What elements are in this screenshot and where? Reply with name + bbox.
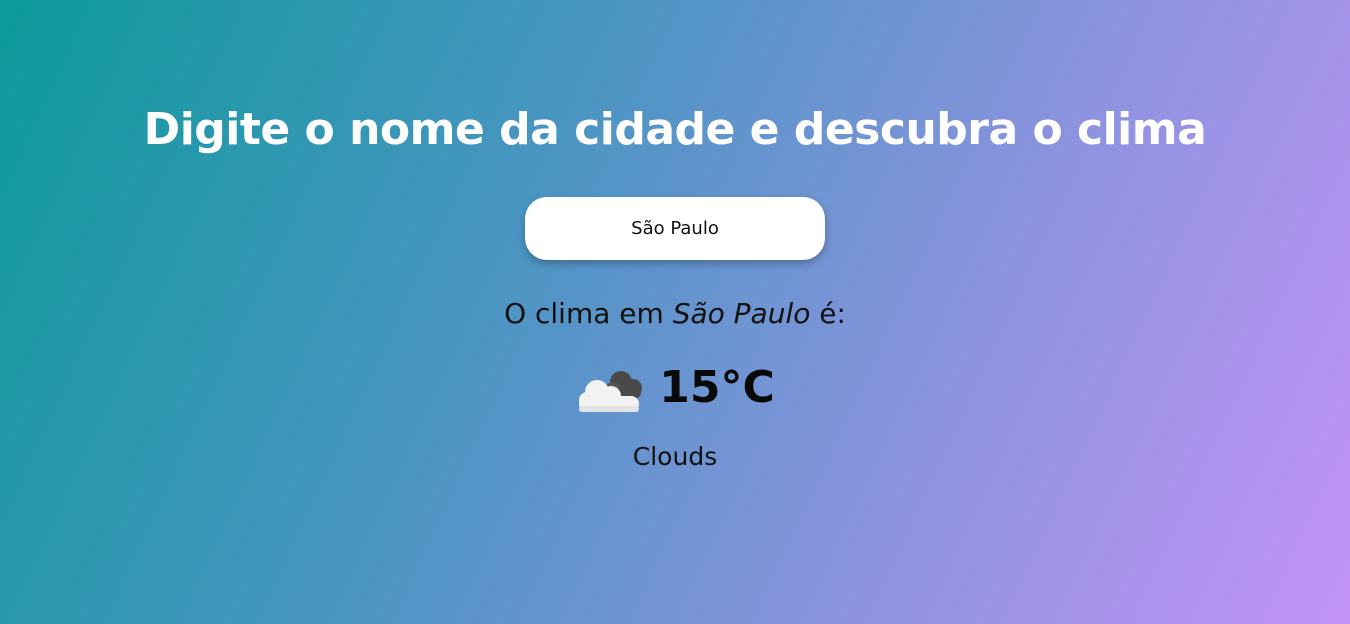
page-title: Digite o nome da cidade e descubra o cli… [143, 104, 1207, 155]
weather-page: Digite o nome da cidade e descubra o cli… [0, 0, 1350, 624]
temperature-value: 15°C [659, 362, 775, 413]
city-search-input[interactable] [525, 197, 825, 260]
result-suffix: é: [810, 297, 846, 330]
result-city-name: São Paulo [672, 297, 811, 330]
weather-condition: Clouds [632, 442, 718, 471]
result-prefix: O clima em [504, 297, 673, 330]
weather-result-heading: O clima em São Paulo é: [0, 295, 1350, 333]
clouds-icon [579, 371, 643, 412]
temperature-row: 15°C [0, 360, 1350, 416]
